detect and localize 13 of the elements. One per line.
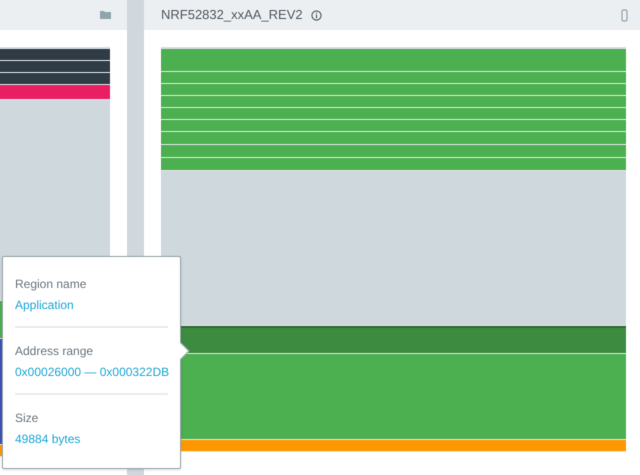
memory-region[interactable]: [0, 61, 110, 73]
memory-region[interactable]: [0, 73, 110, 85]
field-label: Region name: [15, 276, 88, 293]
memory-region[interactable]: [0, 49, 110, 61]
info-icon[interactable]: [310, 10, 322, 20]
folder-icon[interactable]: [100, 10, 112, 20]
chip-icon[interactable]: [621, 8, 628, 22]
field-value: Application: [15, 297, 75, 314]
field-value: 49884 bytes: [15, 431, 82, 448]
field-label: Size: [15, 410, 40, 427]
device-title: NRF52832_xxAA_REV2: [161, 6, 303, 24]
field-label: Address range: [15, 343, 94, 360]
field-value: 0x00026000 — 0x000322DB: [15, 364, 168, 381]
